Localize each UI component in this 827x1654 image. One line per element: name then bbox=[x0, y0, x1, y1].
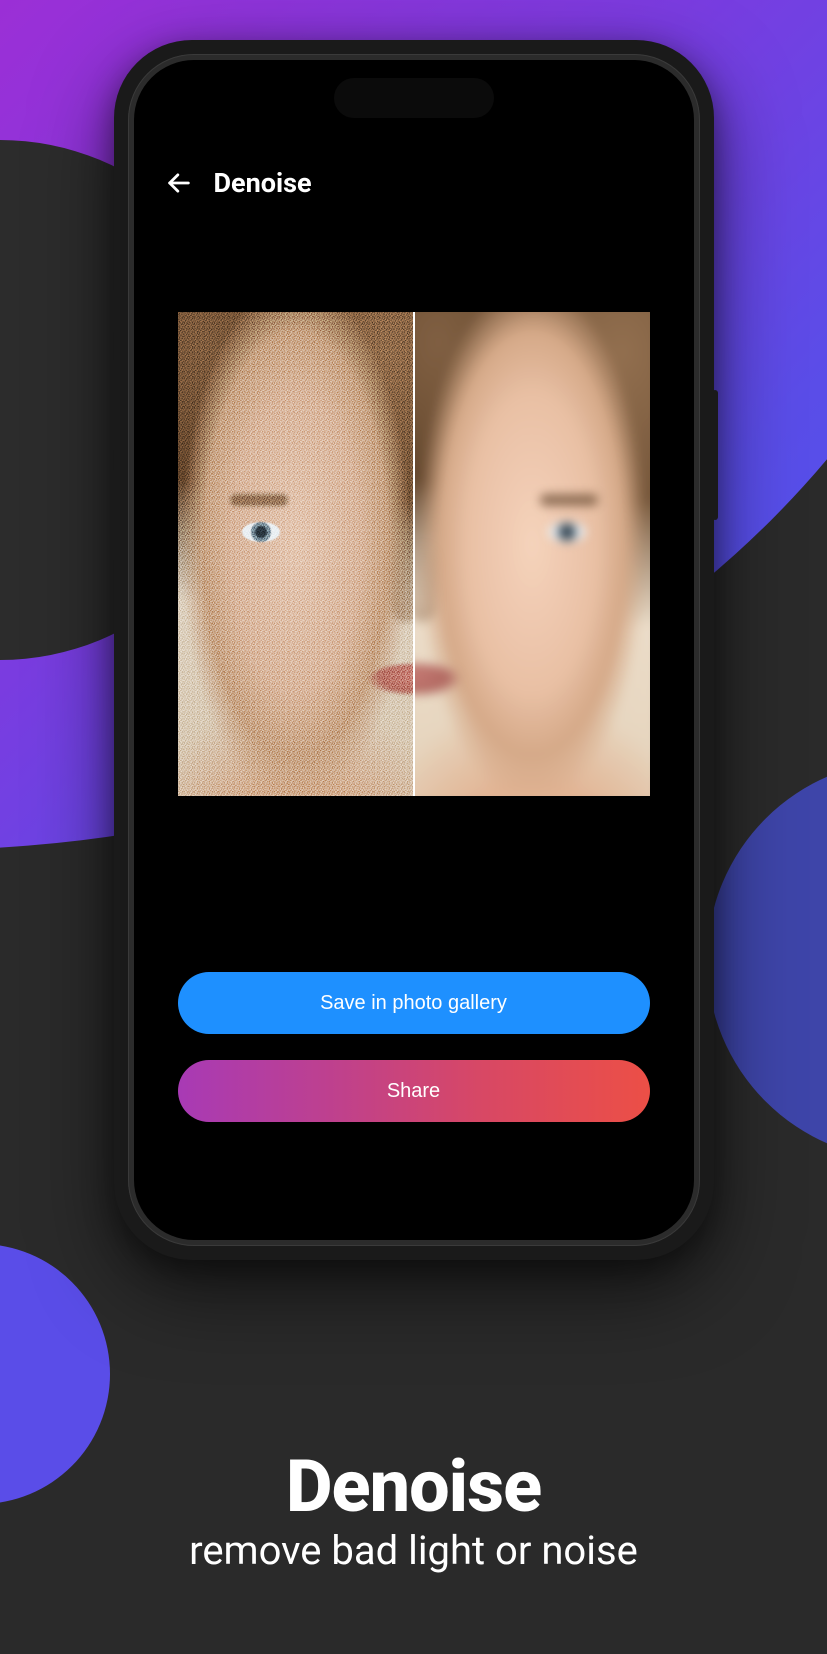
app-header: Denoise bbox=[134, 158, 694, 208]
compare-divider[interactable] bbox=[413, 312, 415, 796]
share-button[interactable]: Share bbox=[178, 1060, 650, 1122]
before-after-image[interactable] bbox=[178, 312, 650, 796]
phone-volume-down-button bbox=[110, 470, 116, 560]
promo-text-block: Denoise remove bad light or noise bbox=[0, 1449, 827, 1574]
arrow-left-icon bbox=[165, 169, 193, 197]
dynamic-island bbox=[334, 78, 494, 118]
phone-power-button bbox=[712, 390, 718, 520]
phone-volume-up-button bbox=[110, 360, 116, 450]
page-title: Denoise bbox=[214, 167, 312, 199]
back-button[interactable] bbox=[158, 162, 200, 204]
phone-side-button bbox=[110, 290, 116, 332]
promo-subtitle: remove bad light or noise bbox=[0, 1527, 827, 1574]
action-buttons: Save in photo gallery Share bbox=[178, 972, 650, 1122]
promo-title: Denoise bbox=[0, 1449, 827, 1525]
after-image-denoised bbox=[414, 312, 650, 796]
promo-background: Denoise bbox=[0, 0, 827, 1654]
save-button[interactable]: Save in photo gallery bbox=[178, 972, 650, 1034]
phone-bezel: Denoise bbox=[128, 54, 700, 1246]
before-image-noisy bbox=[178, 312, 414, 796]
phone-frame: Denoise bbox=[114, 40, 714, 1260]
phone-screen: Denoise bbox=[134, 60, 694, 1240]
bg-blue-circle-right bbox=[707, 760, 827, 1160]
